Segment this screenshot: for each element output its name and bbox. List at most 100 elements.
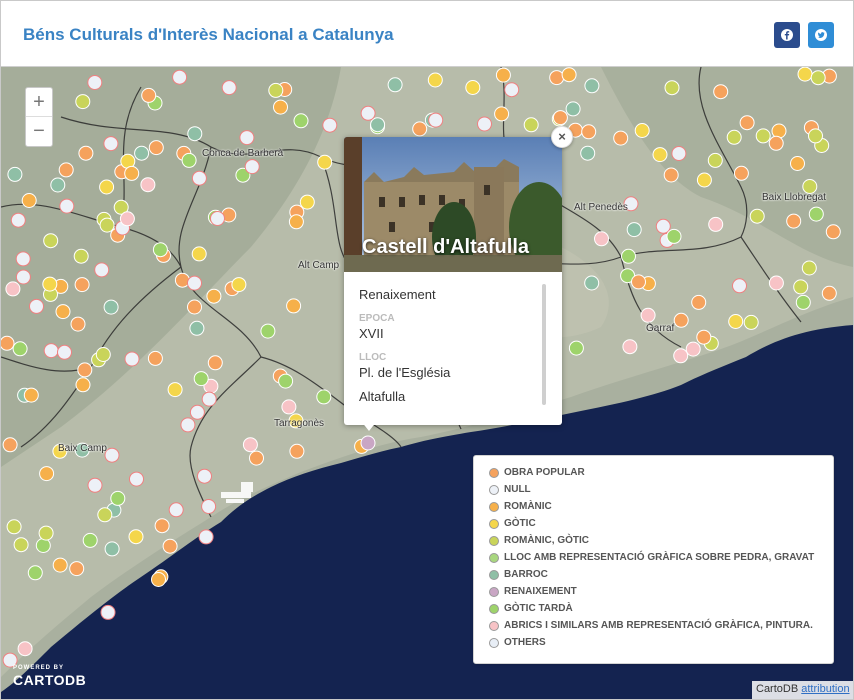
map-marker[interactable]: [7, 166, 23, 182]
cartodb-logo[interactable]: POWERED BY CARTODB: [13, 665, 86, 688]
map-marker[interactable]: [581, 124, 597, 140]
map-marker[interactable]: [124, 165, 140, 181]
map-marker[interactable]: [268, 82, 284, 98]
map-marker[interactable]: [191, 170, 207, 186]
map-marker[interactable]: [613, 130, 629, 146]
map-marker[interactable]: [322, 117, 338, 133]
map-marker[interactable]: [73, 248, 89, 264]
map-marker[interactable]: [249, 450, 264, 466]
map-marker[interactable]: [69, 561, 85, 577]
map-marker[interactable]: [561, 67, 577, 83]
map-marker[interactable]: [128, 529, 144, 545]
map-marker[interactable]: [273, 99, 288, 115]
map-marker[interactable]: [162, 538, 178, 554]
map-marker[interactable]: [78, 145, 94, 161]
map-marker[interactable]: [187, 126, 203, 142]
map-marker[interactable]: [198, 529, 214, 545]
map-marker[interactable]: [97, 507, 113, 523]
map-marker[interactable]: [808, 206, 824, 222]
map-marker[interactable]: [35, 538, 51, 553]
map-marker[interactable]: [221, 80, 237, 96]
map-marker[interactable]: [77, 362, 93, 378]
map-marker[interactable]: [797, 67, 813, 82]
map-marker[interactable]: [427, 72, 443, 88]
map-marker[interactable]: [2, 437, 18, 453]
map-marker[interactable]: [244, 159, 260, 175]
map-marker[interactable]: [631, 274, 646, 290]
popup-scrollbar[interactable]: [542, 284, 546, 405]
map-marker[interactable]: [790, 156, 805, 171]
map-marker[interactable]: [74, 277, 90, 293]
map-marker[interactable]: [768, 135, 784, 151]
map-marker[interactable]: [43, 233, 59, 249]
map-marker[interactable]: [810, 70, 826, 86]
map-marker[interactable]: [87, 477, 103, 493]
map-marker[interactable]: [317, 154, 333, 170]
map-marker[interactable]: [70, 316, 86, 332]
map-marker[interactable]: [663, 167, 679, 183]
map-marker[interactable]: [584, 275, 600, 291]
map-marker[interactable]: [504, 82, 520, 98]
map-marker[interactable]: [260, 323, 276, 339]
map-marker[interactable]: [140, 177, 156, 193]
map-marker[interactable]: [99, 179, 115, 195]
map-marker[interactable]: [124, 351, 140, 367]
map-marker[interactable]: [191, 246, 207, 262]
map-marker[interactable]: [103, 299, 119, 315]
map-marker[interactable]: [793, 279, 809, 295]
map-marker[interactable]: [801, 260, 817, 276]
map-marker[interactable]: [743, 314, 759, 330]
map-marker[interactable]: [50, 177, 66, 193]
map-marker[interactable]: [428, 112, 444, 128]
map-marker[interactable]: [6, 519, 22, 535]
twitter-share-button[interactable]: [808, 22, 834, 48]
map-marker[interactable]: [23, 387, 39, 403]
map-marker[interactable]: [786, 213, 802, 229]
map-marker[interactable]: [696, 329, 712, 345]
map-marker[interactable]: [825, 224, 841, 240]
attribution-link[interactable]: attribution: [801, 683, 849, 695]
map-marker[interactable]: [189, 320, 205, 336]
map-marker[interactable]: [187, 275, 202, 291]
map-marker[interactable]: [154, 518, 170, 534]
map-marker[interactable]: [299, 194, 315, 210]
map-marker[interactable]: [206, 288, 222, 304]
map-marker[interactable]: [523, 117, 539, 133]
map-marker[interactable]: [167, 382, 183, 398]
map-marker[interactable]: [640, 307, 656, 323]
map-marker[interactable]: [655, 218, 671, 234]
map-marker[interactable]: [549, 70, 565, 86]
map-marker[interactable]: [55, 304, 71, 320]
map-marker[interactable]: [104, 447, 120, 463]
map-marker[interactable]: [771, 123, 787, 139]
map-marker[interactable]: [755, 128, 771, 144]
map-marker[interactable]: [289, 443, 305, 459]
map-marker[interactable]: [713, 84, 729, 100]
map-marker[interactable]: [87, 75, 103, 90]
map-marker[interactable]: [52, 557, 68, 573]
map-marker[interactable]: [5, 281, 21, 297]
map-marker[interactable]: [286, 298, 302, 314]
map-marker[interactable]: [316, 389, 332, 405]
map-marker[interactable]: [43, 343, 59, 359]
map-marker[interactable]: [119, 211, 135, 227]
map-marker[interactable]: [181, 152, 197, 168]
map-marker[interactable]: [685, 341, 701, 357]
map-marker[interactable]: [187, 299, 202, 315]
map-marker[interactable]: [59, 198, 75, 214]
map-marker[interactable]: [707, 152, 723, 168]
map-marker[interactable]: [621, 248, 636, 264]
map-marker[interactable]: [57, 344, 72, 360]
map-marker[interactable]: [671, 146, 687, 161]
map-marker[interactable]: [99, 217, 115, 233]
map-marker[interactable]: [568, 340, 584, 356]
map-marker[interactable]: [193, 371, 209, 387]
map-marker[interactable]: [768, 275, 784, 291]
map-marker[interactable]: [666, 228, 682, 244]
map-marker[interactable]: [673, 348, 689, 364]
map-marker[interactable]: [94, 262, 110, 278]
map-marker[interactable]: [58, 162, 74, 178]
facebook-share-button[interactable]: [774, 22, 800, 48]
map-marker[interactable]: [808, 128, 823, 144]
map-marker[interactable]: [13, 537, 29, 553]
